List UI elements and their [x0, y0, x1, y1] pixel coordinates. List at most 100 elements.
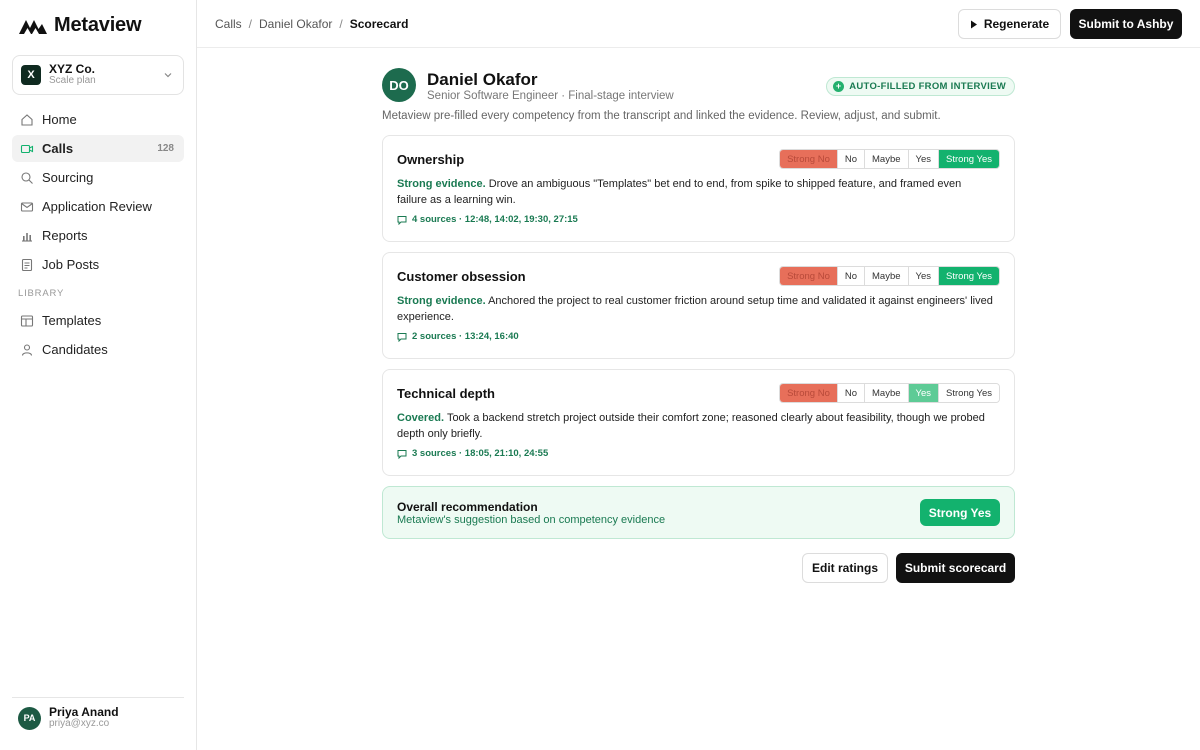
- app-name: Metaview: [54, 14, 142, 36]
- autofill-badge: + AUTO-FILLED FROM INTERVIEW: [826, 77, 1015, 96]
- chevron-down-icon: [164, 73, 172, 78]
- rating-option-no[interactable]: No: [836, 267, 865, 285]
- mail-icon: [20, 200, 34, 214]
- regenerate-label: Regenerate: [983, 17, 1050, 31]
- breadcrumb-candidate[interactable]: Daniel Okafor: [259, 17, 332, 31]
- rating-option-strong-no[interactable]: Strong No: [780, 384, 837, 402]
- sources-link[interactable]: 4 sources · 12:48, 14:02, 19:30, 27:15: [397, 214, 1000, 225]
- competency-evidence: Strong evidence. Anchored the project to…: [397, 293, 1000, 325]
- sidebar-item-reports[interactable]: Reports: [12, 222, 184, 249]
- rating-option-yes[interactable]: Yes: [907, 384, 939, 402]
- org-switcher[interactable]: X XYZ Co. Scale plan: [12, 55, 184, 95]
- avatar: PA: [18, 706, 41, 730]
- rating-option-no[interactable]: No: [836, 150, 865, 168]
- rating-option-yes[interactable]: Yes: [907, 150, 939, 168]
- rating-option-strong-yes[interactable]: Strong Yes: [938, 150, 999, 168]
- sidebar-item-label: Home: [42, 112, 77, 127]
- top-bar: Calls / Daniel Okafor / Scorecard Regene…: [197, 0, 1200, 48]
- sidebar-item-job-posts[interactable]: Job Posts: [12, 251, 184, 278]
- autofill-label: AUTO-FILLED FROM INTERVIEW: [849, 81, 1006, 92]
- library-section-label: LIBRARY: [18, 288, 65, 299]
- org-badge: X: [21, 65, 41, 85]
- sidebar-item-label: Calls: [42, 141, 74, 156]
- sources-link[interactable]: 3 sources · 18:05, 21:10, 24:55: [397, 448, 1000, 459]
- sources-text: 4 sources · 12:48, 14:02, 19:30, 27:15: [412, 214, 578, 225]
- comment-icon: [397, 332, 407, 342]
- competency-card-customer-obsession: Customer obsession Strong No No Maybe Ye…: [382, 252, 1015, 359]
- play-icon: [970, 20, 977, 28]
- evidence-level: Strong evidence.: [397, 178, 486, 190]
- evidence-text: Anchored the project to real customer fr…: [397, 295, 993, 323]
- video-icon: [20, 142, 34, 156]
- evidence-text: Took a backend stretch project outside t…: [397, 412, 985, 440]
- rating-option-strong-no[interactable]: Strong No: [780, 150, 837, 168]
- sidebar-item-application-review[interactable]: Application Review: [12, 193, 184, 220]
- breadcrumb-calls[interactable]: Calls: [215, 17, 242, 31]
- rating-selector: Strong No No Maybe Yes Strong Yes: [779, 383, 1000, 403]
- sidebar-item-candidates[interactable]: Candidates: [12, 336, 184, 363]
- overall-title: Overall recommendation: [397, 500, 538, 514]
- rating-option-strong-yes[interactable]: Strong Yes: [938, 384, 999, 402]
- sidebar-item-sourcing[interactable]: Sourcing: [12, 164, 184, 191]
- rating-option-yes[interactable]: Yes: [907, 267, 939, 285]
- sidebar-item-templates[interactable]: Templates: [12, 307, 184, 334]
- org-name: XYZ Co.: [49, 62, 96, 76]
- edit-ratings-button[interactable]: Edit ratings: [802, 553, 888, 583]
- sidebar-item-label: Application Review: [42, 199, 152, 214]
- candidate-header: DO Daniel Okafor Senior Software Enginee…: [382, 68, 1015, 104]
- sidebar-item-label: Templates: [42, 313, 102, 328]
- comment-icon: [397, 449, 407, 459]
- sidebar-item-calls[interactable]: Calls 128: [12, 135, 184, 162]
- sidebar-item-label: Job Posts: [42, 257, 100, 272]
- template-icon: [20, 314, 34, 328]
- rating-selector: Strong No No Maybe Yes Strong Yes: [779, 266, 1000, 286]
- overall-recommendation: Overall recommendation Metaview's sugges…: [382, 486, 1015, 539]
- submit-to-ashby-button[interactable]: Submit to Ashby: [1070, 9, 1182, 39]
- rating-option-maybe[interactable]: Maybe: [864, 267, 908, 285]
- candidate-name: Daniel Okafor: [427, 70, 538, 89]
- search-icon: [20, 171, 34, 185]
- document-icon: [20, 258, 34, 272]
- rating-option-maybe[interactable]: Maybe: [864, 150, 908, 168]
- sources-text: 3 sources · 18:05, 21:10, 24:55: [412, 448, 549, 459]
- rating-option-maybe[interactable]: Maybe: [864, 384, 908, 402]
- candidate-avatar: DO: [382, 68, 416, 102]
- scorecard-intro: Metaview pre-filled every competency fro…: [382, 110, 941, 122]
- scorecard: DO Daniel Okafor Senior Software Enginee…: [382, 68, 1015, 583]
- rating-option-strong-yes[interactable]: Strong Yes: [938, 267, 999, 285]
- comment-icon: [397, 215, 407, 225]
- scorecard-actions: Edit ratings Submit scorecard: [382, 553, 1015, 583]
- competency-card-ownership: Ownership Strong No No Maybe Yes Strong …: [382, 135, 1015, 242]
- metaview-logo-icon: [19, 19, 47, 34]
- overall-recommendation-button[interactable]: Strong Yes: [920, 499, 1000, 526]
- bar-chart-icon: [20, 229, 34, 243]
- regenerate-button[interactable]: Regenerate: [958, 9, 1061, 39]
- rating-option-no[interactable]: No: [836, 384, 865, 402]
- rating-selector: Strong No No Maybe Yes Strong Yes: [779, 149, 1000, 169]
- org-plan: Scale plan: [49, 75, 96, 86]
- competency-evidence: Covered. Took a backend stretch project …: [397, 410, 1000, 442]
- sidebar: Metaview X XYZ Co. Scale plan Home Calls…: [0, 0, 197, 750]
- evidence-level: Covered.: [397, 412, 445, 424]
- person-icon: [20, 343, 34, 357]
- overall-subtitle: Metaview's suggestion based on competenc…: [397, 514, 666, 526]
- user-profile[interactable]: PA Priya Anand priya@xyz.co: [12, 697, 184, 730]
- user-email: priya@xyz.co: [49, 718, 110, 729]
- competency-evidence: Strong evidence. Drove an ambiguous "Tem…: [397, 176, 1000, 208]
- breadcrumb-separator: /: [339, 17, 343, 31]
- sources-text: 2 sources · 13:24, 16:40: [412, 331, 519, 342]
- calls-count-badge: 128: [157, 143, 174, 154]
- breadcrumb: Calls / Daniel Okafor / Scorecard: [215, 17, 408, 31]
- submit-scorecard-button[interactable]: Submit scorecard: [896, 553, 1015, 583]
- candidate-role: Senior Software Engineer · Final-stage i…: [427, 90, 674, 102]
- competency-card-technical-depth: Technical depth Strong No No Maybe Yes S…: [382, 369, 1015, 476]
- rating-option-strong-no[interactable]: Strong No: [780, 267, 837, 285]
- sparkle-icon: +: [833, 81, 845, 92]
- evidence-level: Strong evidence.: [397, 295, 486, 307]
- logo[interactable]: Metaview: [18, 14, 142, 37]
- sources-link[interactable]: 2 sources · 13:24, 16:40: [397, 331, 1000, 342]
- sidebar-item-label: Reports: [42, 228, 88, 243]
- sidebar-item-home[interactable]: Home: [12, 106, 184, 133]
- sidebar-item-label: Candidates: [42, 342, 108, 357]
- breadcrumb-separator: /: [248, 17, 253, 31]
